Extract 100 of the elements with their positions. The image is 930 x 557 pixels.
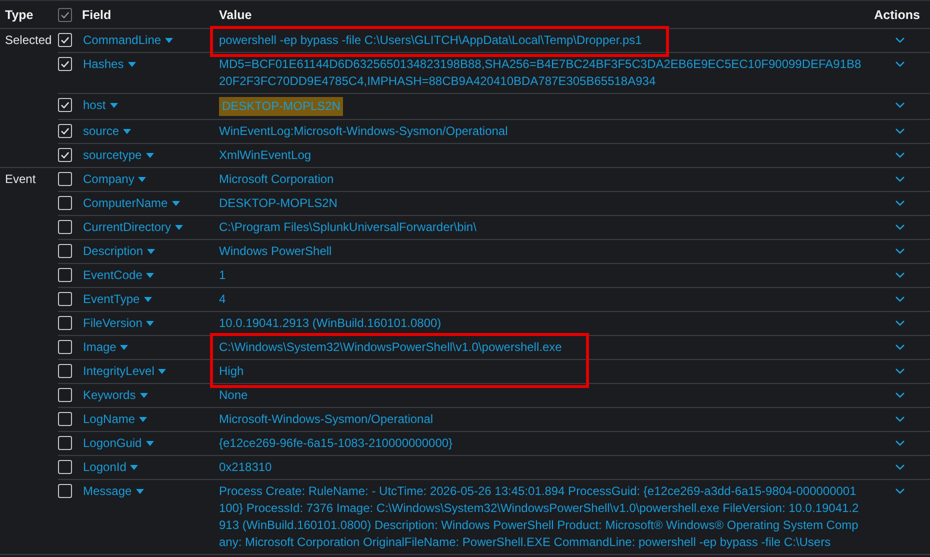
chevron-down-icon[interactable] (895, 200, 905, 206)
field-value[interactable]: High (219, 363, 244, 380)
field-value[interactable]: C:\Windows\System32\WindowsPowerShell\v1.0\powershell.exe (219, 339, 562, 356)
field-value[interactable]: C:\Program Files\SplunkUniversalForwarder\bin\ (219, 219, 476, 236)
caret-icon[interactable] (130, 465, 138, 470)
field-name-link[interactable]: LogName (83, 411, 148, 428)
checkbox[interactable] (58, 292, 72, 306)
checkbox[interactable] (58, 33, 72, 47)
checkbox[interactable] (58, 8, 72, 22)
caret-icon[interactable] (140, 393, 148, 398)
field-value[interactable]: Microsoft Corporation (219, 171, 334, 188)
caret-icon[interactable] (144, 297, 152, 302)
field-value[interactable]: None (219, 387, 248, 404)
chevron-down-icon[interactable] (895, 37, 905, 43)
caret-icon[interactable] (128, 62, 136, 67)
field-value[interactable]: powershell -ep bypass -file C:\Users\GLITCH\AppData\Local\Temp\Dropper.ps1 (219, 32, 642, 49)
field-value[interactable]: Microsoft-Windows-Sysmon/Operational (219, 411, 434, 428)
chevron-down-icon[interactable] (895, 224, 905, 230)
field-name-link[interactable]: Image (83, 339, 128, 356)
field-value[interactable]: Process Create: RuleName: - UtcTime: 2026-05-26 13:45:01.894 ProcessGuid: {e12ce269-a3dd-6a15-9804-000000001100} ProcessId: 7376 Image: C:\Windows\System32\WindowsPowerShell\v1.0\powershell.exe FileVersion: 10.0.19041.2913 (WinBuild.160101.0800) Description: Windows PowerShell Product: Microsoft® Windows® Operating System Company: Microsoft Corporation OriginalFileName: PowerShell.EXE CommandLine: powershell -ep bypass -file C:\Users (219, 483, 862, 551)
caret-icon[interactable] (175, 225, 184, 230)
caret-icon[interactable] (139, 417, 148, 422)
chevron-down-icon[interactable] (895, 416, 905, 422)
field-value[interactable]: XmlWinEventLog (219, 147, 312, 164)
field-name-link[interactable]: LogonId (83, 459, 138, 476)
field-name-link[interactable]: source (83, 123, 132, 140)
chevron-down-icon[interactable] (895, 392, 905, 398)
checkbox[interactable] (58, 436, 72, 450)
field-name-link[interactable]: sourcetype (83, 147, 154, 164)
chevron-down-icon[interactable] (895, 102, 905, 108)
field-value[interactable]: 4 (219, 291, 226, 308)
caret-icon[interactable] (158, 369, 166, 374)
checkbox[interactable] (58, 220, 72, 234)
chevron-down-icon[interactable] (895, 344, 905, 350)
checkbox[interactable] (58, 316, 72, 330)
checkbox[interactable] (58, 98, 72, 112)
field-value[interactable]: 10.0.19041.2913 (WinBuild.160101.0800) (219, 315, 442, 332)
checkbox[interactable] (58, 484, 72, 498)
checkbox[interactable] (58, 244, 72, 258)
field-name-link[interactable]: Company (83, 171, 146, 188)
field-name-link[interactable]: LogonGuid (83, 435, 154, 452)
column-header: Field (82, 8, 112, 22)
checkbox[interactable] (58, 340, 72, 354)
caret-icon[interactable] (138, 177, 146, 182)
field-value[interactable]: 1 (219, 267, 226, 284)
checkbox[interactable] (58, 268, 72, 282)
chevron-down-icon[interactable] (895, 440, 905, 446)
caret-icon[interactable] (146, 273, 154, 278)
chevron-down-icon[interactable] (895, 464, 905, 470)
field-name-link[interactable]: Hashes (83, 56, 136, 73)
field-name-link[interactable]: EventType (83, 291, 152, 308)
chevron-down-icon[interactable] (895, 248, 905, 254)
checkbox[interactable] (58, 412, 72, 426)
field-value[interactable]: DESKTOP-MOPLS2N (219, 195, 338, 212)
field-value[interactable]: 0x218310 (219, 459, 272, 476)
caret-icon[interactable] (165, 38, 174, 43)
field-name-link[interactable]: IntegrityLevel (83, 363, 166, 380)
checkbox[interactable] (58, 364, 72, 378)
field-name-link[interactable]: EventCode (83, 267, 154, 284)
caret-icon[interactable] (120, 345, 128, 350)
group-label: Event (5, 172, 36, 186)
checkmark-icon (59, 149, 71, 161)
field-name-link[interactable]: Message (83, 483, 144, 500)
field-name-link[interactable]: host (83, 97, 118, 114)
chevron-down-icon[interactable] (895, 488, 905, 494)
column-header: Type (4, 8, 34, 22)
checkbox[interactable] (58, 172, 72, 186)
caret-icon[interactable] (123, 129, 132, 134)
caret-icon[interactable] (147, 249, 156, 254)
field-name-link[interactable]: Keywords (83, 387, 148, 404)
chevron-down-icon[interactable] (895, 128, 905, 134)
checkbox[interactable] (58, 148, 72, 162)
field-value[interactable]: {e12ce269-96fe-6a15-1083-210000000000} (219, 435, 453, 452)
field-value[interactable]: WinEventLog:Microsoft-Windows-Sysmon/Operational (219, 123, 508, 140)
caret-icon[interactable] (146, 321, 154, 326)
caret-icon[interactable] (146, 441, 154, 446)
checkbox[interactable] (58, 57, 72, 71)
field-value[interactable]: MD5=BCF01E61144D6D6325650134823198B88,SHA256=B4E7BC24BF3F5C3DA2EB6E9EC5EC10F90099DEFA91B820F2F3FC70DD9E4785C4,IMPHASH=88CB9A420410BDA787E305B65518A934 (219, 56, 862, 90)
chevron-down-icon[interactable] (895, 272, 905, 278)
checkbox[interactable] (58, 388, 72, 402)
field-name-link[interactable]: FileVersion (83, 315, 154, 332)
field-value[interactable]: Windows PowerShell (219, 243, 332, 260)
caret-icon[interactable] (146, 153, 154, 158)
chevron-down-icon[interactable] (895, 176, 905, 182)
chevron-down-icon[interactable] (895, 320, 905, 326)
field-name-link[interactable]: ComputerName (83, 195, 180, 212)
caret-icon[interactable] (136, 489, 144, 494)
checkbox[interactable] (58, 196, 72, 210)
caret-icon[interactable] (172, 201, 180, 206)
chevron-down-icon[interactable] (895, 61, 905, 67)
chevron-down-icon[interactable] (895, 152, 905, 158)
caret-icon[interactable] (110, 103, 118, 108)
checkbox[interactable] (58, 124, 72, 138)
checkbox[interactable] (58, 460, 72, 474)
field-name-link[interactable]: CommandLine (83, 32, 174, 49)
field-name-link[interactable]: CurrentDirectory (83, 219, 184, 236)
chevron-down-icon[interactable] (895, 368, 905, 374)
field-name-link[interactable]: Description (83, 243, 156, 260)
checkmark-icon (59, 99, 71, 111)
chevron-down-icon[interactable] (895, 296, 905, 302)
